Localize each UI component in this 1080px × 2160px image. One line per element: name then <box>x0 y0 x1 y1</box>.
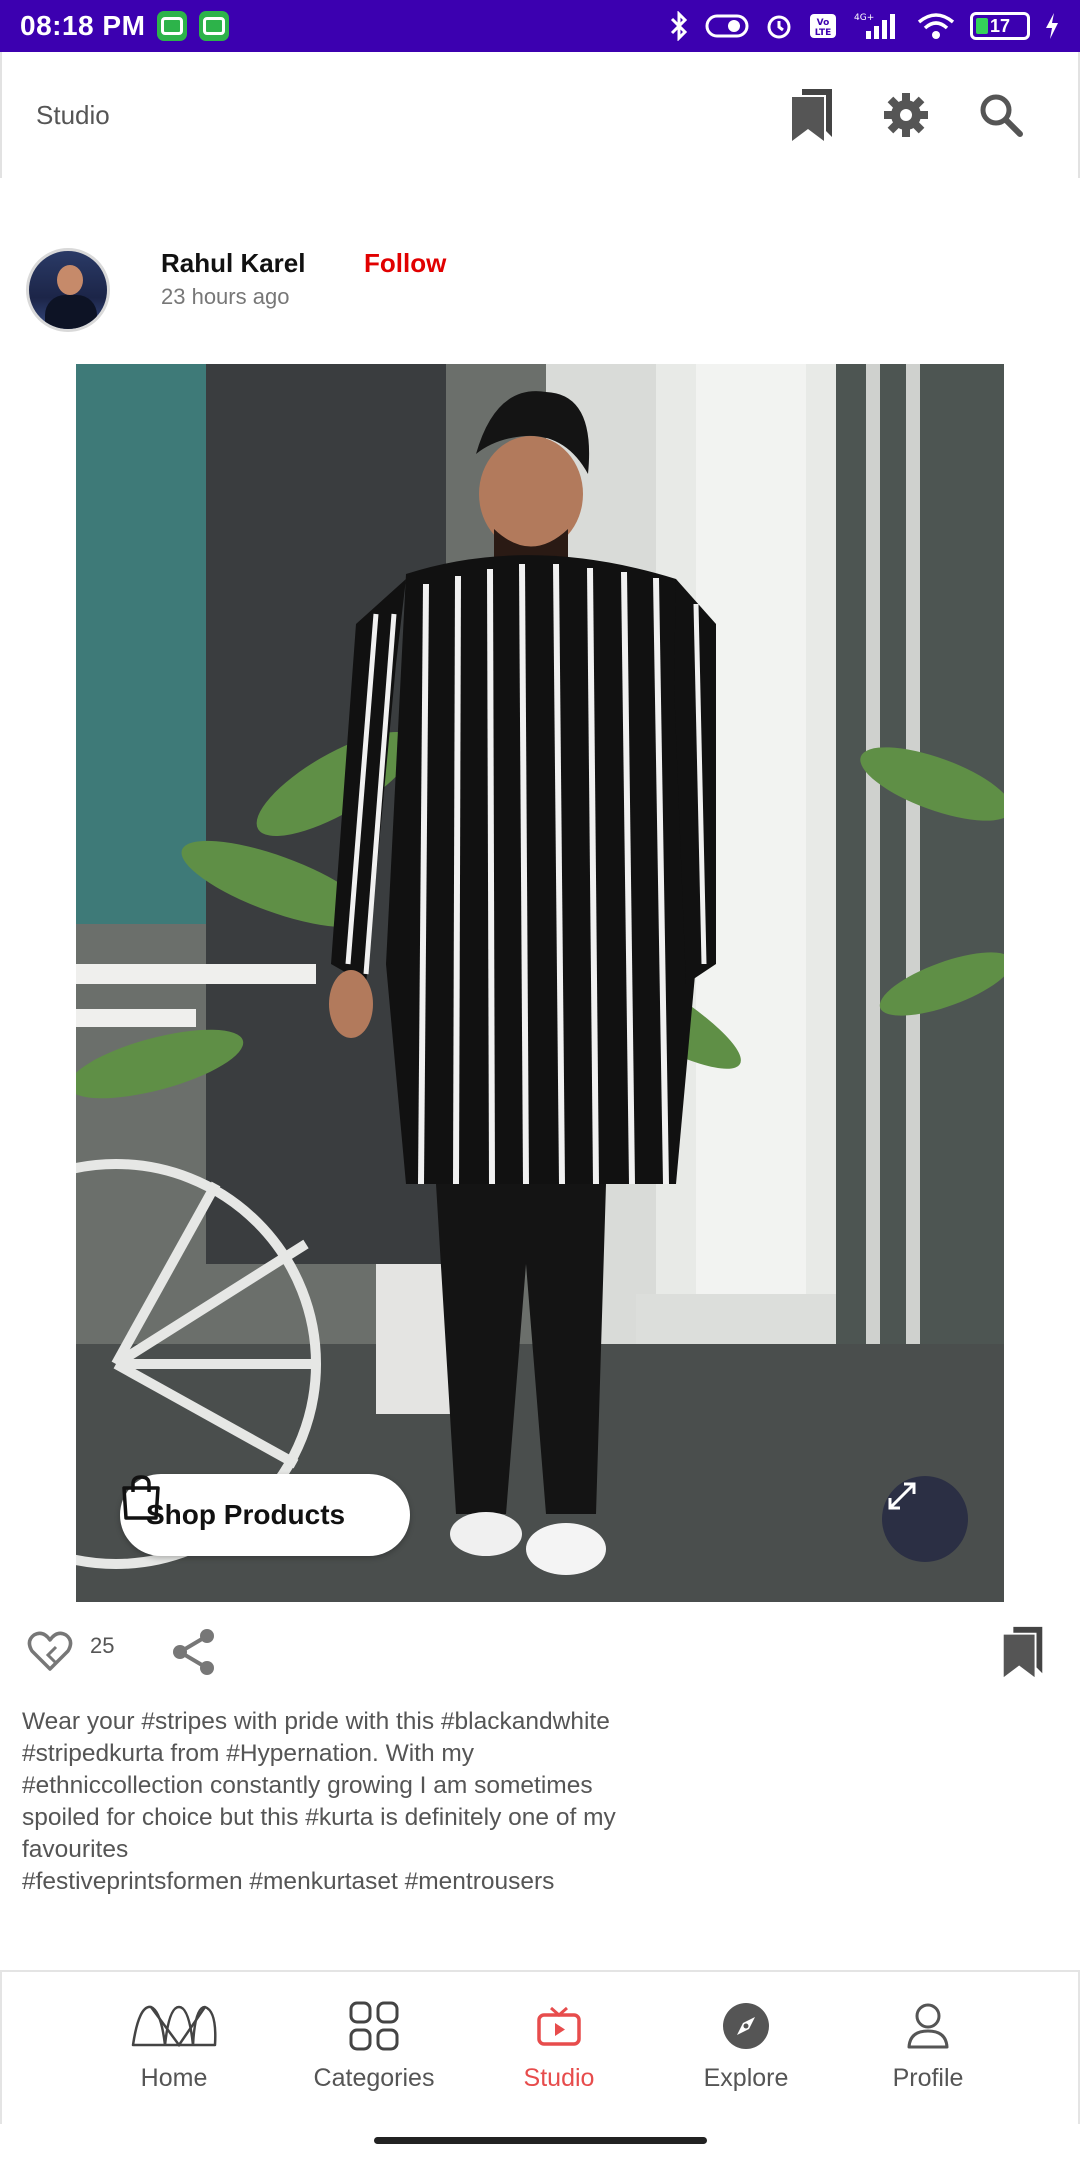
shop-products-label: Shop Products <box>146 1499 346 1530</box>
nav-label: Studio <box>523 2064 595 2092</box>
caption-line: #ethniccollection constantly growing I a… <box>22 1772 593 1799</box>
tv-play-icon <box>469 1998 649 2054</box>
status-bar: 08:18 PM Vo LTE 4G+ 17 <box>0 0 1080 52</box>
avatar[interactable] <box>26 248 110 332</box>
nav-studio[interactable]: Studio <box>469 1998 649 2093</box>
bluetooth-icon <box>670 11 688 41</box>
post-author: Rahul Karel Follow 23 hours ago <box>26 248 1026 338</box>
data-saver-icon <box>705 14 749 38</box>
post-timestamp: 23 hours ago <box>161 284 290 309</box>
header-actions <box>790 87 1024 143</box>
expand-icon <box>888 1482 916 1510</box>
svg-text:Vo: Vo <box>817 18 830 28</box>
signal-icon: 4G+ <box>854 13 895 39</box>
fullscreen-button[interactable] <box>882 1476 968 1562</box>
share-icon <box>173 1629 214 1675</box>
app-header: Studio <box>0 52 1080 178</box>
wifi-icon <box>917 13 955 39</box>
battery-icon: 17 <box>970 12 1030 40</box>
alarm-icon <box>767 15 791 39</box>
status-icons: Vo LTE 4G+ 17 <box>668 11 1060 41</box>
nav-label: Explore <box>703 2064 789 2092</box>
follow-button[interactable]: Follow <box>364 248 446 279</box>
bookmark-icon <box>1003 1626 1043 1678</box>
share-button[interactable] <box>170 1627 218 1682</box>
caption-line: favourites <box>22 1836 129 1863</box>
shop-products-button[interactable]: Shop Products <box>120 1474 410 1556</box>
nav-label: Categories <box>313 2064 435 2092</box>
svg-text:4G+: 4G+ <box>854 13 874 23</box>
save-post-button[interactable] <box>1000 1625 1046 1684</box>
nav-label: Profile <box>892 2064 964 2092</box>
nav-explore[interactable]: Explore <box>656 1998 836 2093</box>
heart-icon <box>27 1631 73 1671</box>
bookmark-icon <box>792 89 832 141</box>
notification-app-icon <box>157 11 188 41</box>
shopping-bag-icon <box>122 1475 160 1520</box>
page-title: Studio <box>36 99 110 130</box>
battery-level: 17 <box>989 15 1011 36</box>
nav-profile[interactable]: Profile <box>838 1998 1018 2093</box>
gear-icon <box>884 93 928 137</box>
like-count: 25 <box>90 1633 115 1658</box>
myntra-logo-icon <box>84 1998 264 2054</box>
status-time: 08:18 PM <box>20 10 146 41</box>
post-caption: Wear your #stripes with pride with this … <box>22 1706 742 1898</box>
post-photo <box>76 364 1004 1602</box>
charging-icon <box>1046 13 1058 39</box>
person-icon <box>838 1998 1018 2054</box>
notification-app-icon <box>199 11 230 41</box>
post-image[interactable]: Shop Products <box>76 364 1004 1602</box>
grid-icon <box>284 1998 464 2054</box>
nav-categories[interactable]: Categories <box>284 1998 464 2093</box>
volte-icon: VoLTE <box>810 14 836 38</box>
settings-button[interactable] <box>882 91 930 139</box>
home-indicator[interactable] <box>374 2137 707 2144</box>
post-actions: 25 <box>26 1625 1056 1685</box>
bookmarks-button[interactable] <box>790 87 834 143</box>
caption-line: #stripedkurta from #Hypernation. With my <box>22 1740 475 1767</box>
like-button[interactable] <box>26 1627 74 1680</box>
bottom-navigation: Home Categories Studio Explore Profile <box>0 1970 1080 2124</box>
caption-line: Wear your #stripes with pride with this … <box>22 1708 610 1735</box>
search-icon <box>980 94 1023 137</box>
svg-text:LTE: LTE <box>815 28 832 38</box>
search-button[interactable] <box>978 92 1024 138</box>
compass-icon <box>656 1998 836 2054</box>
author-name[interactable]: Rahul Karel <box>161 248 306 279</box>
caption-line: spoiled for choice but this #kurta is de… <box>22 1804 616 1831</box>
nav-label: Home <box>140 2064 208 2092</box>
caption-line: #festiveprintsformen #menkurtaset #mentr… <box>22 1868 555 1895</box>
nav-home[interactable]: Home <box>84 1998 264 2093</box>
